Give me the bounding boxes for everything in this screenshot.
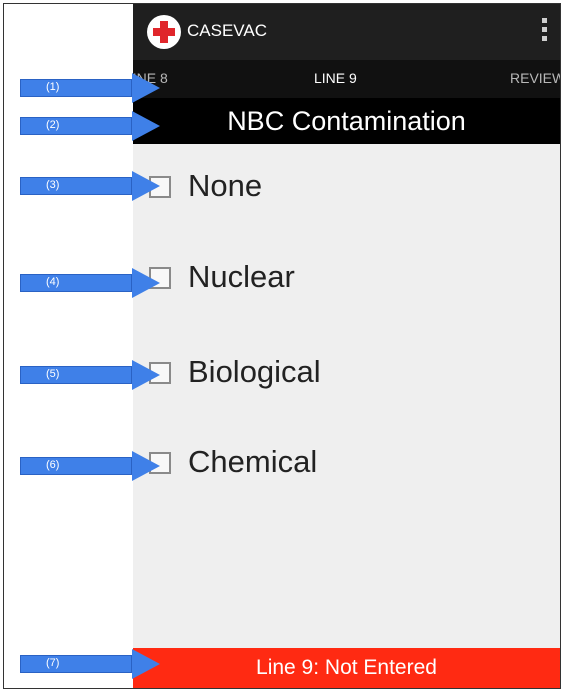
callout-label: (6) xyxy=(46,459,60,471)
overflow-menu-icon[interactable] xyxy=(540,18,548,46)
action-bar: CASEVAC xyxy=(133,4,560,60)
callout-label: (5) xyxy=(46,368,60,380)
callout-label: (1) xyxy=(46,81,60,93)
phone-screen: CASEVAC LINE 8 LINE 9 REVIEW NBC Contami… xyxy=(133,4,560,688)
option-label: Biological xyxy=(188,354,321,389)
section-title: NBC Contamination xyxy=(133,98,560,144)
app-title: CASEVAC xyxy=(187,21,267,40)
status-bar: Line 9: Not Entered xyxy=(133,648,560,688)
callout-label: (7) xyxy=(46,657,60,669)
option-label: None xyxy=(188,168,263,203)
callout-label: (2) xyxy=(46,119,60,131)
tab-strip: LINE 8 LINE 9 REVIEW xyxy=(133,60,560,98)
option-nuclear[interactable]: Nuclear xyxy=(133,255,560,311)
option-label: Nuclear xyxy=(188,259,295,294)
option-label: Chemical xyxy=(188,444,318,479)
tab-review[interactable]: REVIEW xyxy=(510,70,560,86)
callout-label: (3) xyxy=(46,179,60,191)
option-chemical[interactable]: Chemical xyxy=(133,440,560,496)
tab-line-9[interactable]: LINE 9 xyxy=(314,70,357,86)
option-none[interactable]: None xyxy=(133,164,560,220)
callout-label: (4) xyxy=(46,276,60,288)
option-biological[interactable]: Biological xyxy=(133,350,560,406)
red-cross-icon xyxy=(147,15,181,49)
